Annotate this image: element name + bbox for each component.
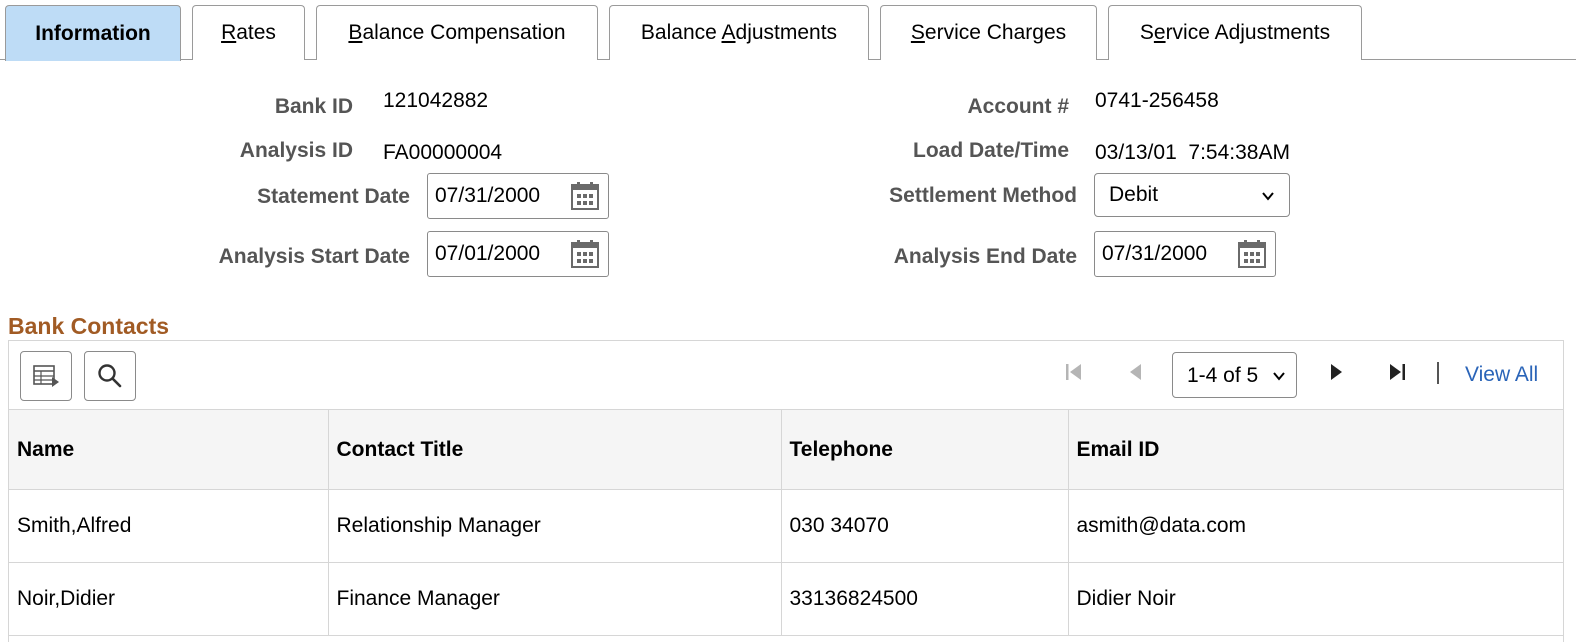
load-datetime-value: 03/13/01 7:54:38AM: [1095, 141, 1290, 164]
tab-service-charges[interactable]: Service Charges: [880, 5, 1097, 60]
tab-label: Balance Compensation: [348, 21, 566, 44]
statement-date-field[interactable]: 07/31/2000: [427, 173, 609, 219]
analysis-id-value: FA00000004: [383, 141, 503, 164]
analysis-start-date-value: 07/01/2000: [435, 242, 541, 265]
tab-information[interactable]: Information: [5, 5, 181, 61]
bank-contacts-grid: 1-4 of 5 View All Name Contact Title Tel…: [8, 340, 1564, 642]
tab-balance-compensation[interactable]: Balance Compensation: [316, 5, 598, 60]
calendar-icon[interactable]: [1237, 239, 1267, 269]
settlement-method-select[interactable]: Debit: [1094, 173, 1290, 217]
find-button[interactable]: [84, 351, 136, 401]
contact-name: Smith,Alfred: [9, 489, 329, 563]
analysis-end-date-field[interactable]: 07/31/2000: [1094, 231, 1276, 277]
tab-label: Information: [35, 21, 151, 45]
account-value: 0741-256458: [1095, 89, 1219, 112]
statement-date-label: Statement Date: [257, 185, 410, 208]
contact-title: Finance Manager: [328, 562, 782, 636]
personalize-grid-button[interactable]: [20, 351, 72, 401]
statement-date-value: 07/31/2000: [435, 184, 541, 207]
contact-telephone: 030 34070: [781, 489, 1069, 563]
load-datetime-label: Load Date/Time: [913, 139, 1069, 162]
table-row: Noir,Didier Finance Manager 33136824500 …: [9, 562, 1563, 636]
tab-balance-adjustments[interactable]: Balance Adjustments: [609, 5, 869, 60]
contacts-table: Name Contact Title Telephone Email ID Sm…: [9, 409, 1563, 636]
account-label: Account #: [967, 95, 1069, 118]
bank-contacts-title: Bank Contacts: [8, 313, 170, 339]
contact-email: asmith@data.com: [1068, 489, 1563, 563]
contact-telephone: 33136824500: [781, 562, 1069, 636]
chevron-down-icon: [1262, 192, 1274, 201]
column-header-contact-title[interactable]: Contact Title: [328, 409, 782, 490]
previous-page-icon[interactable]: [1125, 361, 1147, 383]
column-header-telephone[interactable]: Telephone: [781, 409, 1069, 490]
column-header-name[interactable]: Name: [9, 409, 329, 490]
analysis-start-date-field[interactable]: 07/01/2000: [427, 231, 609, 277]
tab-label: Service Adjustments: [1139, 21, 1331, 44]
settlement-method-label: Settlement Method: [889, 184, 1077, 207]
contact-name: Noir,Didier: [9, 562, 329, 636]
bank-id-value: 121042882: [383, 89, 489, 112]
contact-title: Relationship Manager: [328, 489, 782, 563]
table-row: Smith,Alfred Relationship Manager 030 34…: [9, 489, 1563, 563]
settlement-method-value: Debit: [1109, 183, 1159, 206]
last-page-icon[interactable]: [1386, 361, 1408, 383]
tab-label: Balance Adjustments: [640, 21, 838, 44]
tab-bar: Information Rates Balance Compensation B…: [0, 0, 1576, 61]
next-page-icon[interactable]: [1325, 361, 1347, 383]
search-icon: [98, 364, 122, 388]
page-range-select[interactable]: 1-4 of 5: [1172, 352, 1297, 398]
bank-id-label: Bank ID: [274, 95, 353, 118]
calendar-icon[interactable]: [570, 181, 600, 211]
chevron-down-icon: [1273, 372, 1285, 381]
tab-rates[interactable]: Rates: [192, 5, 305, 60]
tab-label: Service Charges: [910, 21, 1067, 44]
analysis-start-date-label: Analysis Start Date: [218, 245, 410, 268]
calendar-icon[interactable]: [570, 239, 600, 269]
view-all-link[interactable]: View All: [1465, 363, 1538, 387]
contact-email: Didier Noir: [1068, 562, 1563, 636]
analysis-end-date-value: 07/31/2000: [1102, 242, 1208, 265]
analysis-id-label: Analysis ID: [239, 139, 353, 162]
column-header-email-id[interactable]: Email ID: [1068, 409, 1563, 490]
pager-divider: [1437, 362, 1439, 384]
tab-label: Rates: [221, 21, 276, 44]
first-page-icon[interactable]: [1063, 361, 1085, 383]
tab-service-adjustments[interactable]: Service Adjustments: [1108, 5, 1362, 60]
personalize-grid-icon: [33, 365, 59, 387]
page-range-value: 1-4 of 5: [1187, 364, 1259, 387]
analysis-end-date-label: Analysis End Date: [893, 245, 1077, 268]
table-header-row: Name Contact Title Telephone Email ID: [9, 409, 1563, 490]
